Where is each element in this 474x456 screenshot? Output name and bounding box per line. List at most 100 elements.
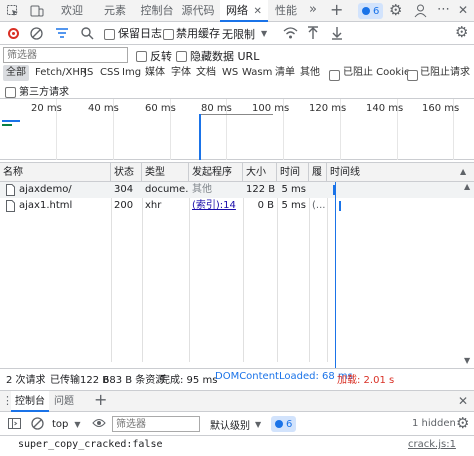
drawer-add-tab-icon[interactable]: + (94, 390, 107, 409)
column-time[interactable]: 时间 (277, 163, 309, 182)
type-filter-css[interactable]: CSS (100, 65, 120, 81)
preserve-log-checkbox[interactable] (104, 27, 115, 40)
log-levels-select[interactable]: 默认级别 ▼ (210, 416, 261, 432)
type-filter-wasm[interactable]: Wasm (242, 65, 272, 81)
tab-network[interactable]: 网络 ✕ (220, 0, 268, 22)
column-name[interactable]: 名称 (0, 163, 111, 182)
more-tabs-icon[interactable]: » (309, 2, 317, 17)
new-tab-icon[interactable]: + (330, 0, 343, 19)
type-filter-font[interactable]: 字体 (171, 65, 191, 81)
scroll-down-icon[interactable]: ▼ (464, 356, 470, 365)
row-initiator-link[interactable]: (索引):14 (189, 198, 243, 214)
invert-checkbox[interactable] (136, 49, 147, 62)
third-party-label: 第三方请求 (19, 87, 69, 98)
type-filter-fetch-xhr[interactable]: Fetch/XHR (35, 65, 87, 81)
column-fulfilled[interactable]: 履 (309, 163, 327, 182)
status-transferred: 已传输122 B (50, 375, 110, 386)
close-devtools-icon[interactable]: ✕ (458, 3, 468, 17)
blocked-requests-checkbox[interactable] (407, 68, 418, 81)
overview-tick-label: 20 ms (31, 103, 62, 114)
table-row[interactable]: ajax1.html 200 xhr (索引):14 0 B 5 ms (... (0, 198, 474, 214)
more-options-icon[interactable]: ⋯ (437, 2, 450, 17)
console-filter-input[interactable] (112, 416, 200, 432)
type-filter-media[interactable]: 媒体 (145, 65, 165, 81)
tab-elements[interactable]: 元素 (100, 0, 130, 22)
drawer-tab-console[interactable]: 控制台 (11, 391, 49, 412)
record-icon[interactable] (8, 28, 19, 39)
row-status: 200 (114, 200, 134, 211)
issues-badge[interactable]: 6 (358, 3, 384, 19)
status-resources: 683 B 条资源 (103, 375, 166, 386)
network-conditions-icon[interactable] (283, 26, 298, 40)
search-icon[interactable] (80, 26, 94, 40)
tab-sources[interactable]: 源代码 (177, 0, 219, 22)
profile-icon[interactable] (413, 3, 428, 18)
overview-request-bar (2, 124, 12, 126)
hide-data-urls-label: 隐藏数据 URL (190, 50, 260, 63)
row-name: ajaxdemo/ (19, 184, 72, 195)
close-drawer-icon[interactable]: ✕ (458, 394, 468, 408)
type-filter-all[interactable]: 全部 (3, 65, 29, 81)
row-size: 0 B (257, 200, 274, 211)
column-initiator[interactable]: 发起程序 (189, 163, 243, 182)
drawer-tab-issues[interactable]: 问题 (54, 391, 74, 412)
network-settings-gear-icon[interactable]: ⚙ (455, 23, 468, 41)
console-message-text: super_copy_cracked:false (18, 439, 163, 450)
clear-console-icon[interactable] (31, 417, 44, 430)
console-settings-gear-icon[interactable]: ⚙ (456, 414, 469, 432)
overview-tick-label: 40 ms (88, 103, 119, 114)
context-select[interactable]: top ▼ (52, 416, 81, 432)
close-icon[interactable]: ✕ (254, 6, 262, 17)
selection-window (201, 114, 273, 115)
filter-icon[interactable] (55, 27, 69, 40)
third-party-checkbox[interactable] (5, 85, 16, 98)
overview-request-bar (2, 120, 20, 122)
dcl-marker (199, 114, 201, 160)
type-filter-doc[interactable]: 文档 (196, 65, 216, 81)
column-waterfall[interactable]: 时间线 (327, 163, 474, 182)
disable-cache-checkbox[interactable] (163, 27, 174, 40)
waterfall-dcl-line (335, 182, 336, 368)
type-filter-manifest[interactable]: 清单 (275, 65, 295, 81)
column-status[interactable]: 状态 (111, 163, 142, 182)
live-expression-eye-icon[interactable] (92, 418, 106, 428)
console-issues-count: 6 (286, 418, 293, 430)
document-icon (6, 184, 15, 196)
overview-timeline[interactable]: 20 ms 40 ms 60 ms 80 ms 100 ms 120 ms 14… (0, 99, 474, 160)
filter-input[interactable] (3, 47, 128, 63)
type-filter-img[interactable]: Img (122, 65, 141, 81)
console-sidebar-icon[interactable] (8, 417, 21, 430)
scroll-up-icon[interactable]: ▲ (464, 182, 470, 191)
console-issues-badge[interactable]: 6 (271, 416, 297, 432)
overview-tick-label: 160 ms (422, 103, 460, 114)
console-message-source-link[interactable]: crack.js:1 (408, 439, 456, 450)
vertical-scrollbar[interactable]: ▲ ▼ (462, 182, 474, 368)
tab-console[interactable]: 控制台 (137, 0, 177, 22)
issues-icon (275, 420, 283, 428)
column-type[interactable]: 类型 (142, 163, 189, 182)
type-filter-ws[interactable]: WS (222, 65, 238, 81)
device-toolbar-icon[interactable] (30, 4, 44, 18)
tab-welcome[interactable]: 欢迎 (55, 0, 89, 22)
disable-cache-label: 禁用缓存 (176, 27, 220, 40)
inspect-element-icon[interactable] (6, 4, 20, 18)
clear-icon[interactable] (30, 27, 43, 40)
chevron-down-icon: ▼ (261, 29, 268, 38)
column-size[interactable]: 大小 (243, 163, 277, 182)
hide-data-urls-checkbox[interactable] (176, 49, 187, 62)
devtools-tab-bar: 欢迎 元素 控制台 源代码 网络 ✕ 性能 » + 6 ⚙ ⋯ ✕ (0, 0, 474, 22)
gear-icon[interactable]: ⚙ (389, 1, 402, 19)
chevron-down-icon: ▼ (74, 419, 81, 429)
throttling-select[interactable]: 无限制 ▼ (222, 22, 267, 45)
export-har-icon[interactable] (331, 26, 343, 40)
type-filter-js[interactable]: JS (84, 65, 93, 81)
row-initiator: 其他 (192, 184, 212, 195)
waterfall-bar (339, 201, 341, 211)
import-har-icon[interactable] (307, 26, 319, 40)
type-filter-other[interactable]: 其他 (300, 65, 320, 81)
blocked-cookies-checkbox[interactable] (329, 68, 340, 81)
overview-tick-label: 80 ms (201, 103, 232, 114)
table-row[interactable]: ajaxdemo/ 304 docume... 其他 122 B 5 ms (0, 182, 474, 198)
tab-performance[interactable]: 性能 (268, 0, 304, 22)
status-finish: 完成: 95 ms (160, 375, 218, 386)
